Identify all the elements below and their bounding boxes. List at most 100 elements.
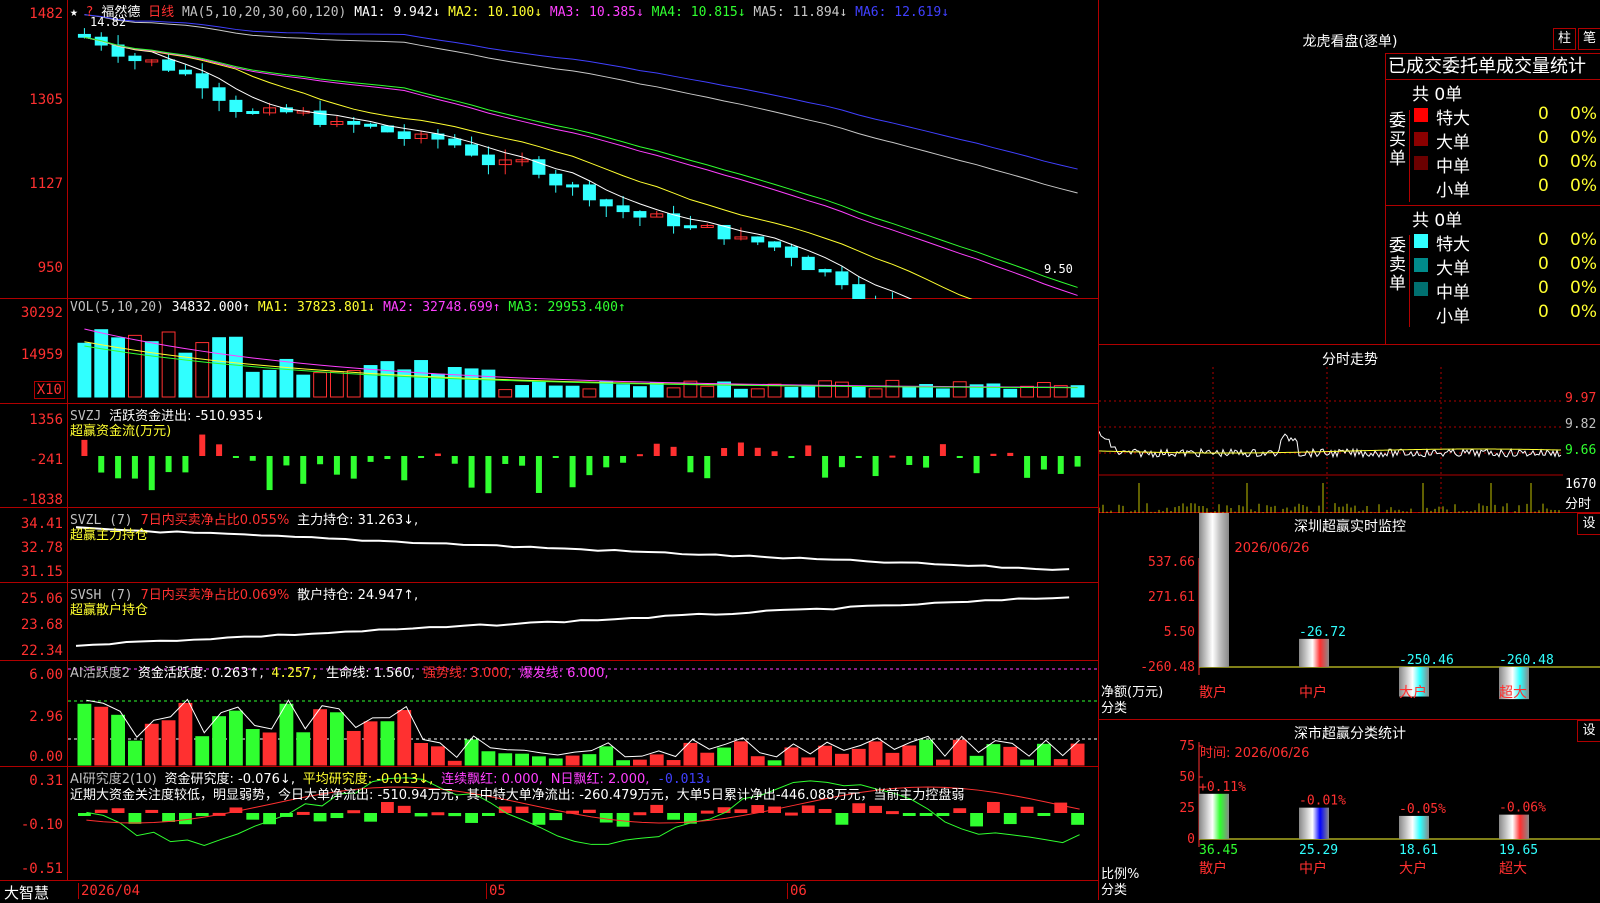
volume-bar — [414, 360, 428, 398]
pen-mode-button[interactable]: 笔 — [1578, 28, 1600, 50]
activity-bar — [212, 716, 227, 766]
activity-bar — [262, 732, 277, 766]
research-bar — [902, 813, 916, 816]
research-bar — [599, 813, 613, 823]
stats-tabs[interactable]: 已成交委托单成交量统计 — [1385, 53, 1600, 80]
order-count: 0 — [1538, 302, 1549, 322]
flow-bar — [485, 456, 492, 494]
sz-monitor-chart[interactable]: 537.66271.615.50-260.48537.66散户-26.72中户-… — [1099, 513, 1600, 720]
y-tick: -1838 — [20, 492, 63, 508]
research-bar — [785, 812, 798, 816]
flow-bar — [872, 456, 879, 477]
research-bar — [179, 813, 192, 825]
flow-bar — [1040, 456, 1047, 470]
svzj-panel[interactable]: SVZJ 活跃资金进出: -510.935↓ 超赢资金流(万元) — [68, 404, 1098, 508]
ai-active-panel[interactable]: AI活跃度2 资金活跃度: 0.263↑, 4.257, 生命线: 1.560,… — [68, 661, 1098, 767]
category-label: 超大 — [1499, 685, 1527, 701]
activity-bar — [245, 729, 260, 766]
research-bar — [1071, 813, 1084, 825]
volume-bar — [565, 385, 580, 398]
activity-bar — [481, 751, 496, 766]
flow-bar — [956, 456, 963, 458]
flow-bar — [115, 456, 122, 479]
volume-bar — [296, 374, 311, 398]
svsh-panel[interactable]: SVSH (7) 7日内买卖净占比0.069% 散户持仓: 24.947↑, 超… — [68, 583, 1098, 661]
ai-active-v4: 强势线: 3.000, — [422, 666, 512, 681]
flow-bar — [300, 456, 307, 484]
order-name: 特大 — [1436, 235, 1470, 255]
research-bar — [330, 813, 344, 819]
kline-chart[interactable] — [68, 0, 1098, 299]
color-swatch — [1414, 234, 1428, 248]
flow-bar — [535, 456, 542, 493]
activity-bar — [363, 721, 378, 766]
intraday-panel[interactable]: 分时走势 9.97 9.82 9.66 1670 分时 — [1098, 345, 1600, 513]
bar-label: -0.06% — [1499, 801, 1546, 816]
vol-unit[interactable]: X10 — [33, 381, 65, 399]
research-bar — [953, 808, 967, 813]
activity-bar — [885, 752, 900, 766]
order-count: 0 — [1538, 176, 1549, 196]
volume-bar — [212, 337, 227, 398]
research-bar — [801, 805, 815, 813]
candle-body — [599, 199, 613, 207]
sz-class-chart[interactable]: 75 50 25 0 +0.11% 36.45 散户 -0.01% 25.29 中户 -0.05% 1… — [1099, 720, 1600, 900]
ai-active-v2: 4.257, — [271, 666, 319, 681]
activity-bar — [515, 753, 529, 766]
flow-bar — [973, 456, 980, 474]
flow-bar — [636, 454, 643, 457]
ai-research-panel[interactable]: AI研究度2(10) 资金研究度: -0.076↓, 平均研究度: -0.013… — [68, 767, 1098, 881]
candle-body — [633, 211, 647, 218]
volume-bar — [784, 386, 799, 398]
flow-bar — [653, 443, 660, 456]
order-name: 小单 — [1436, 181, 1470, 201]
kline-panel[interactable]: ★ ? 福然德 日线 MA(5,10,20,30,60,120) MA1: 9.… — [68, 0, 1098, 299]
activity-bar — [111, 714, 126, 766]
bar-mode-button[interactable]: 柱 — [1553, 28, 1576, 50]
volume-bar — [633, 386, 647, 398]
ma-label: MA(5,10,20,30,60,120) — [182, 5, 347, 20]
volume-bar — [902, 386, 917, 398]
category-label: 大户 — [1399, 684, 1427, 701]
ma2-value: MA2: 10.100↓ — [448, 5, 543, 20]
flow-bar — [165, 456, 172, 473]
bar-value: 25.29 — [1299, 843, 1338, 858]
volume-bar — [750, 388, 765, 398]
volume-bar — [481, 369, 496, 398]
flow-bar — [1007, 452, 1014, 456]
research-bar — [94, 809, 108, 813]
research-bar — [364, 813, 377, 822]
volume-bar — [936, 388, 950, 398]
volume-panel[interactable]: VOL(5,10,20) 34832.000↑ MA1: 37823.801↓ … — [68, 299, 1098, 404]
research-bar — [1037, 813, 1051, 816]
candle-body — [128, 55, 142, 62]
ai-active-v1: 资金活跃度: 0.263↑, — [137, 666, 264, 681]
y-tick: 537.66 — [1148, 555, 1195, 570]
volume-bar — [498, 389, 513, 398]
ai-active-y-axis: 6.00 2.96 0.00 — [0, 661, 68, 767]
flow-bar — [670, 446, 677, 456]
flow-bar — [822, 456, 829, 478]
research-bar — [78, 813, 91, 816]
research-bar — [128, 813, 142, 824]
sz-monitor-panel[interactable]: 深圳超赢实时监控 设 时间: 2026/06/26 净额(万元) 分类 537.… — [1098, 513, 1600, 720]
y-tick: 25.06 — [20, 591, 63, 607]
order-pct: 0% — [1570, 302, 1597, 322]
flow-bar — [384, 456, 391, 460]
sz-class-panel[interactable]: 深市超赢分类统计 设 时间: 2026/06/26 比例% 分类 75 50 25 0… — [1098, 720, 1600, 900]
main-y-axis: 1482 1305 1127 950 — [0, 0, 68, 299]
candle-body — [364, 123, 378, 127]
svzl-panel[interactable]: SVZL (7) 7日内买卖净占比0.055% 主力持仓: 31.263↓, 超… — [68, 508, 1098, 583]
activity-bar — [767, 760, 782, 766]
intraday-chart[interactable] — [1099, 367, 1563, 513]
flow-bar — [266, 456, 273, 491]
period-label[interactable]: 日线 — [148, 5, 174, 20]
volume-bar — [94, 329, 109, 398]
activity-bar — [144, 723, 159, 766]
flow-bar — [838, 456, 845, 468]
candle-body — [582, 184, 596, 201]
activity-bar — [633, 759, 647, 766]
candle-body — [77, 33, 91, 38]
candle-body — [380, 125, 394, 133]
star-icon[interactable]: ★ — [70, 5, 78, 20]
